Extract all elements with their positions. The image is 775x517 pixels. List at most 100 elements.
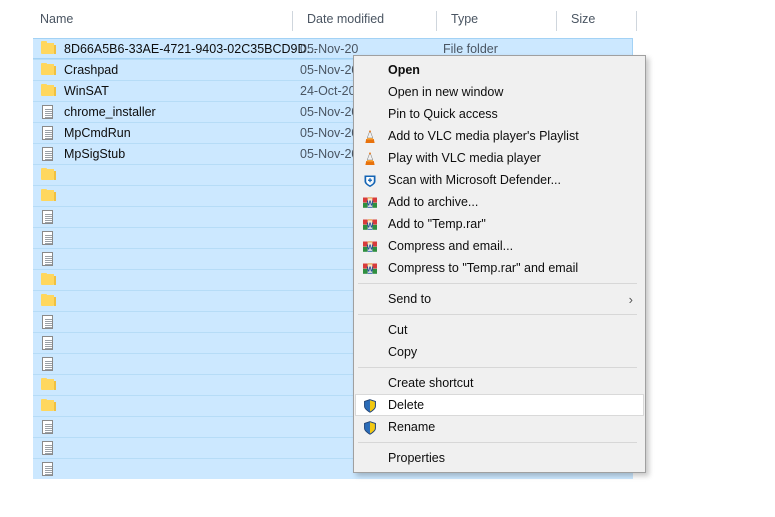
menu-item-label: Add to "Temp.rar" [388,217,486,231]
menu-item-delete[interactable]: Delete [355,394,644,416]
menu-item-copy[interactable]: Copy [355,341,644,363]
file-name: MpSigStub [64,147,126,161]
menu-item-open-in-new-window[interactable]: Open in new window [355,81,644,103]
menu-item-create-shortcut[interactable]: Create shortcut [355,372,644,394]
file-type: File folder [443,41,498,56]
document-icon [40,104,56,120]
column-header-type[interactable]: Type [444,0,556,38]
folder-icon [40,377,56,393]
winrar-icon: W [362,239,378,255]
column-header-date-modified[interactable]: Date modified [300,0,436,38]
vlc-cone-icon [362,151,378,167]
menu-item-properties[interactable]: Properties [355,447,644,469]
menu-separator [358,367,637,368]
folder-icon [40,272,56,288]
menu-item-label: Add to VLC media player's Playlist [388,129,579,143]
menu-item-compress-and-email[interactable]: W Compress and email... [355,235,644,257]
svg-text:W: W [367,244,374,251]
column-divider[interactable] [292,11,293,31]
menu-separator [358,442,637,443]
document-icon [40,251,56,267]
column-divider[interactable] [556,11,557,31]
menu-item-scan-with-microsoft-defender[interactable]: Scan with Microsoft Defender... [355,169,644,191]
menu-item-label: Open [388,63,420,77]
menu-item-add-to-vlc-media-player-s-playlist[interactable]: Add to VLC media player's Playlist [355,125,644,147]
column-divider[interactable] [636,11,637,31]
file-explorer-window: Name Date modified Type Size 8D66A5B6-33AE-… [0,0,775,517]
menu-item-label: Cut [388,323,408,337]
menu-item-label: Compress and email... [388,239,514,253]
document-icon [40,314,56,330]
menu-item-compress-to-temp-rar-and-email[interactable]: W Compress to "Temp.rar" and email [355,257,644,279]
document-icon [40,356,56,372]
column-header-name[interactable]: Name [33,0,292,38]
uac-shield-icon [362,420,378,436]
file-name: MpCmdRun [64,126,131,140]
folder-icon [40,293,56,309]
menu-item-label: Send to [388,292,432,306]
menu-separator [358,283,637,284]
folder-icon [40,62,56,78]
menu-item-label: Delete [388,398,425,412]
column-divider[interactable] [436,11,437,31]
defender-shield-icon [362,173,378,189]
folder-icon [40,83,56,99]
document-icon [40,461,56,477]
file-name: 8D66A5B6-33AE-4721-9403-02C35BCD9D... [64,41,317,56]
document-icon [40,230,56,246]
file-name: Crashpad [64,63,119,77]
winrar-icon: W [362,195,378,211]
winrar-icon: W [362,217,378,233]
folder-icon [40,167,56,183]
column-header-label: Type [451,12,479,26]
file-date-modified: 24-Oct-20 [300,84,356,98]
folder-icon [40,398,56,414]
menu-item-cut[interactable]: Cut [355,319,644,341]
menu-item-rename[interactable]: Rename [355,416,644,438]
uac-shield-icon [362,398,378,414]
context-menu[interactable]: Open Open in new window Pin to Quick acces… [353,55,646,473]
menu-item-label: Copy [388,345,418,359]
folder-icon [40,41,56,57]
chevron-right-icon: › [628,292,633,307]
menu-item-label: Add to archive... [388,195,479,209]
document-icon [40,125,56,141]
file-date-modified: 05-Nov-20 [300,41,359,56]
menu-item-label: Properties [388,451,445,465]
svg-text:W: W [367,266,374,273]
file-date-modified: 05-Nov-20 [300,105,359,119]
menu-separator [358,314,637,315]
document-icon [40,146,56,162]
column-header-label: Size [571,12,596,26]
menu-item-label: Create shortcut [388,376,474,390]
column-header-size[interactable]: Size [564,0,636,38]
document-icon [40,209,56,225]
file-date-modified: 05-Nov-20 [300,63,359,77]
folder-icon [40,188,56,204]
menu-item-label: Open in new window [388,85,504,99]
file-name: chrome_installer [64,105,156,119]
column-header-bar: Name Date modified Type Size [0,0,775,38]
menu-item-label: Rename [388,420,436,434]
file-name: WinSAT [64,84,109,98]
document-icon [40,335,56,351]
menu-item-send-to[interactable]: Send to › [355,288,644,310]
menu-item-play-with-vlc-media-player[interactable]: Play with VLC media player [355,147,644,169]
column-header-label: Date modified [307,12,385,26]
winrar-icon: W [362,261,378,277]
file-date-modified: 05-Nov-20 [300,126,359,140]
menu-item-pin-to-quick-access[interactable]: Pin to Quick access [355,103,644,125]
menu-item-add-to-temp-rar[interactable]: W Add to "Temp.rar" [355,213,644,235]
svg-text:W: W [367,222,374,229]
file-date-modified: 05-Nov-20 [300,147,359,161]
menu-item-label: Play with VLC media player [388,151,541,165]
svg-text:W: W [367,200,374,207]
menu-item-label: Scan with Microsoft Defender... [388,173,561,187]
menu-item-open[interactable]: Open [355,59,644,81]
document-icon [40,419,56,435]
column-header-label: Name [40,12,74,26]
vlc-cone-icon [362,129,378,145]
document-icon [40,440,56,456]
menu-item-label: Compress to "Temp.rar" and email [388,261,579,275]
menu-item-add-to-archive[interactable]: W Add to archive... [355,191,644,213]
